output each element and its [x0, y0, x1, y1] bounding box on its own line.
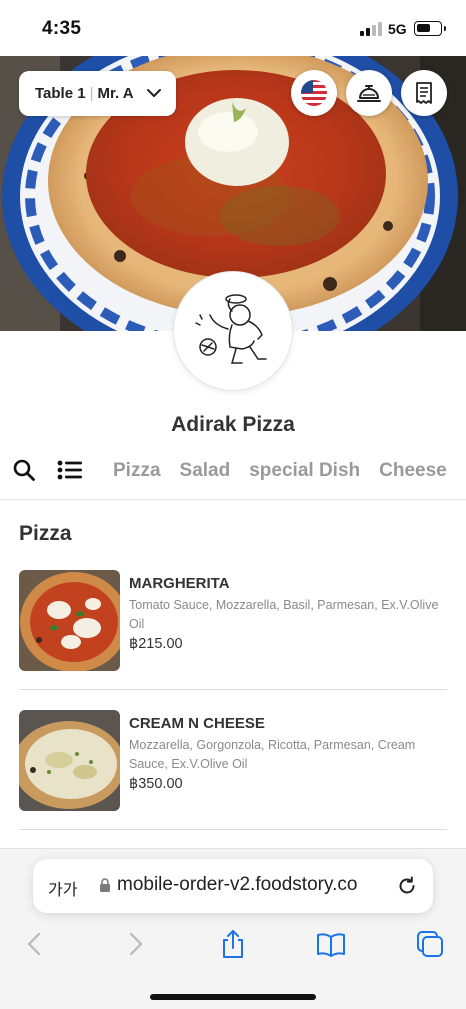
address-bar[interactable]: 가가 mobile-order-v2.foodstory.co	[33, 859, 433, 913]
tab-cheese[interactable]: Cheese	[379, 460, 447, 482]
menu-item[interactable]: MARGHERITA Tomato Sauce, Mozzarella, Bas…	[19, 570, 447, 690]
network-label: 5G	[388, 21, 407, 37]
flag-us-icon	[301, 80, 327, 106]
battery-level	[417, 24, 430, 32]
url-text: mobile-order-v2.foodstory.co	[117, 874, 358, 895]
order-summary-button[interactable]	[401, 70, 447, 116]
browser-toolbar: 가가 mobile-order-v2.foodstory.co	[0, 848, 466, 1009]
menu-item-image	[19, 570, 120, 671]
text-size-button[interactable]: 가가	[48, 876, 77, 900]
tabs-icon[interactable]	[415, 929, 445, 959]
section-title: Pizza	[19, 522, 72, 545]
menu-item-price: ฿350.00	[129, 776, 183, 792]
restaurant-logo	[173, 271, 293, 391]
customer-label: Mr. A	[97, 85, 134, 102]
chef-tossing-pizza-logo	[195, 294, 267, 364]
category-bar: Pizza Salad special Dish Cheese	[0, 449, 466, 500]
call-waiter-button[interactable]	[346, 70, 392, 116]
menu-item-price: ฿215.00	[129, 636, 183, 652]
back-icon[interactable]	[20, 929, 50, 959]
restaurant-name: Adirak Pizza	[171, 413, 295, 436]
search-icon[interactable]	[12, 458, 36, 482]
table-selector[interactable]: Table 1 | Mr. A	[19, 71, 176, 116]
service-bell-icon	[357, 85, 381, 102]
tab-pizza[interactable]: Pizza	[113, 460, 161, 482]
share-icon[interactable]	[218, 929, 248, 959]
menu-item-image	[19, 710, 120, 811]
battery-icon	[414, 21, 446, 36]
chevron-down-icon	[147, 89, 161, 97]
status-time: 4:35	[42, 18, 82, 39]
status-bar: 4:35 5G	[0, 0, 466, 56]
table-label: Table 1	[35, 85, 86, 102]
menu-item-description: Tomato Sauce, Mozzarella, Basil, Parmesa…	[129, 598, 439, 631]
list-icon[interactable]	[57, 459, 83, 481]
home-indicator	[150, 994, 316, 1000]
signal-icon	[360, 22, 382, 36]
reload-icon[interactable]	[396, 875, 418, 897]
tab-special-dish[interactable]: special Dish	[249, 460, 360, 482]
lock-icon	[100, 878, 110, 892]
menu-item-name: MARGHERITA	[129, 575, 230, 592]
menu-item-name: CREAM N CHEESE	[129, 715, 265, 732]
language-button[interactable]	[291, 70, 337, 116]
forward-icon[interactable]	[120, 929, 150, 959]
menu-item-description: Mozzarella, Gorgonzola, Ricotta, Parmesa…	[129, 738, 416, 771]
category-tabs: Pizza Salad special Dish Cheese	[113, 460, 447, 482]
receipt-icon	[416, 82, 432, 104]
menu-item[interactable]: CREAM N CHEESE Mozzarella, Gorgonzola, R…	[19, 710, 447, 830]
tab-salad[interactable]: Salad	[180, 460, 231, 482]
bookmarks-icon[interactable]	[316, 929, 346, 959]
